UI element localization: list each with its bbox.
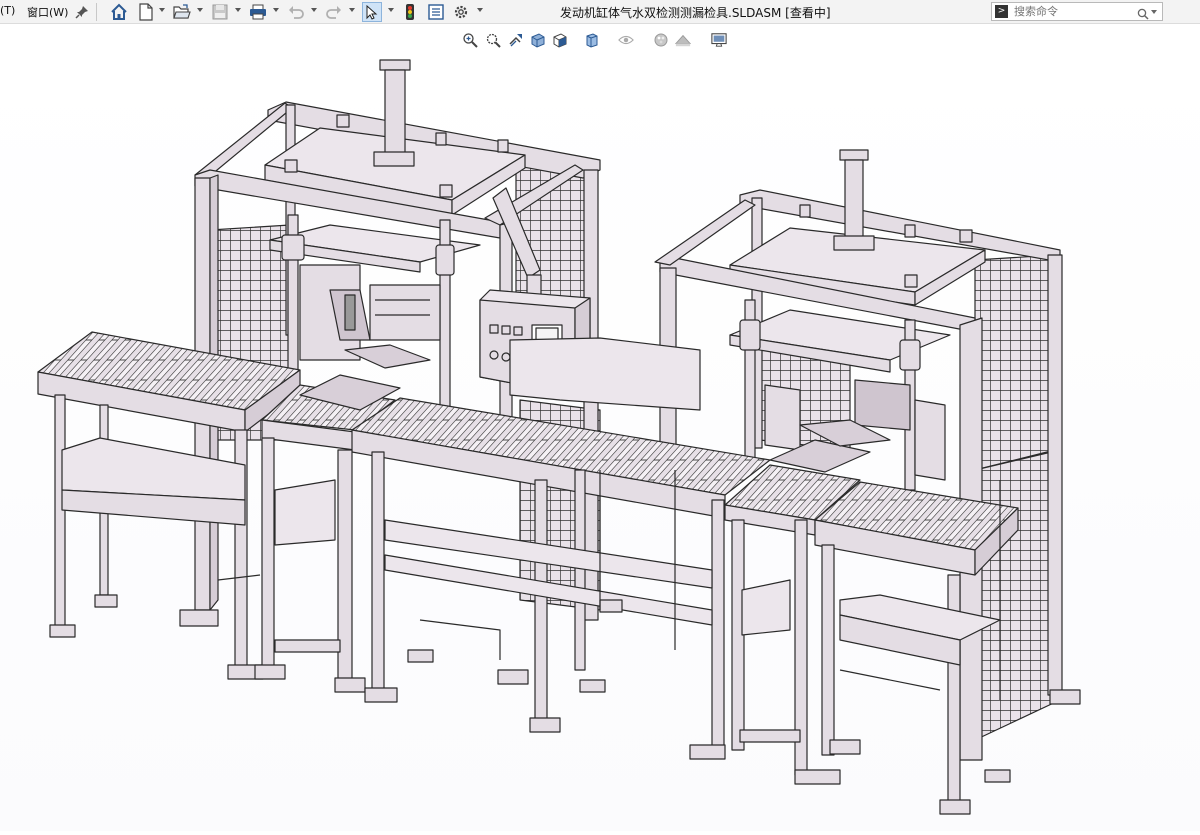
title-bar: (T) 窗口(W) 发动机缸体气水双检测测漏检具.SLDASM [查看中] > …: [0, 0, 1200, 24]
home-icon[interactable]: [110, 3, 128, 21]
traffic-light-icon[interactable]: [401, 3, 419, 21]
section-view-icon[interactable]: [530, 32, 546, 48]
view-settings-icon[interactable]: [711, 32, 727, 48]
toolbar-separator: [96, 3, 97, 21]
menu-window[interactable]: 窗口(W): [27, 4, 68, 20]
command-prompt-icon: >: [995, 5, 1008, 18]
file-properties-icon[interactable]: [427, 3, 445, 21]
edit-appearance-icon[interactable]: [653, 32, 669, 48]
select-cursor-icon[interactable]: [362, 2, 382, 22]
center-table: [509, 337, 701, 411]
redo-icon[interactable]: [325, 3, 343, 21]
search-icon[interactable]: [1137, 5, 1149, 24]
undo-icon[interactable]: [287, 3, 305, 21]
chevron-down-icon[interactable]: [235, 8, 241, 12]
chevron-down-icon[interactable]: [1151, 10, 1157, 14]
view-orientation-icon[interactable]: [552, 32, 568, 48]
chevron-down-icon[interactable]: [197, 8, 203, 12]
assembly-model[interactable]: [0, 56, 1200, 831]
chevron-down-icon[interactable]: [349, 8, 355, 12]
search-input[interactable]: [1014, 4, 1134, 19]
heads-up-view-toolbar: [0, 24, 1200, 68]
command-search-box[interactable]: >: [991, 2, 1163, 21]
chevron-down-icon[interactable]: [477, 8, 483, 12]
open-folder-icon[interactable]: [173, 3, 191, 21]
save-icon[interactable]: [211, 3, 229, 21]
chevron-down-icon[interactable]: [388, 8, 394, 12]
window-title: 发动机缸体气水双检测测漏检具.SLDASM [查看中]: [560, 6, 831, 20]
chevron-down-icon[interactable]: [311, 8, 317, 12]
previous-view-icon[interactable]: [508, 32, 524, 48]
chevron-down-icon[interactable]: [159, 8, 165, 12]
display-style-icon[interactable]: [584, 32, 600, 48]
options-gear-icon[interactable]: [452, 3, 470, 21]
apply-scene-icon[interactable]: [675, 32, 691, 48]
hide-show-items-icon[interactable]: [618, 32, 634, 48]
menu-tools-partial[interactable]: (T): [0, 4, 15, 17]
new-document-icon[interactable]: [137, 3, 155, 21]
zoom-to-area-icon[interactable]: [485, 32, 501, 48]
pin-icon[interactable]: [73, 3, 91, 21]
graphics-area[interactable]: [0, 56, 1200, 831]
chevron-down-icon[interactable]: [273, 8, 279, 12]
print-icon[interactable]: [249, 3, 267, 21]
zoom-to-fit-icon[interactable]: [462, 32, 478, 48]
